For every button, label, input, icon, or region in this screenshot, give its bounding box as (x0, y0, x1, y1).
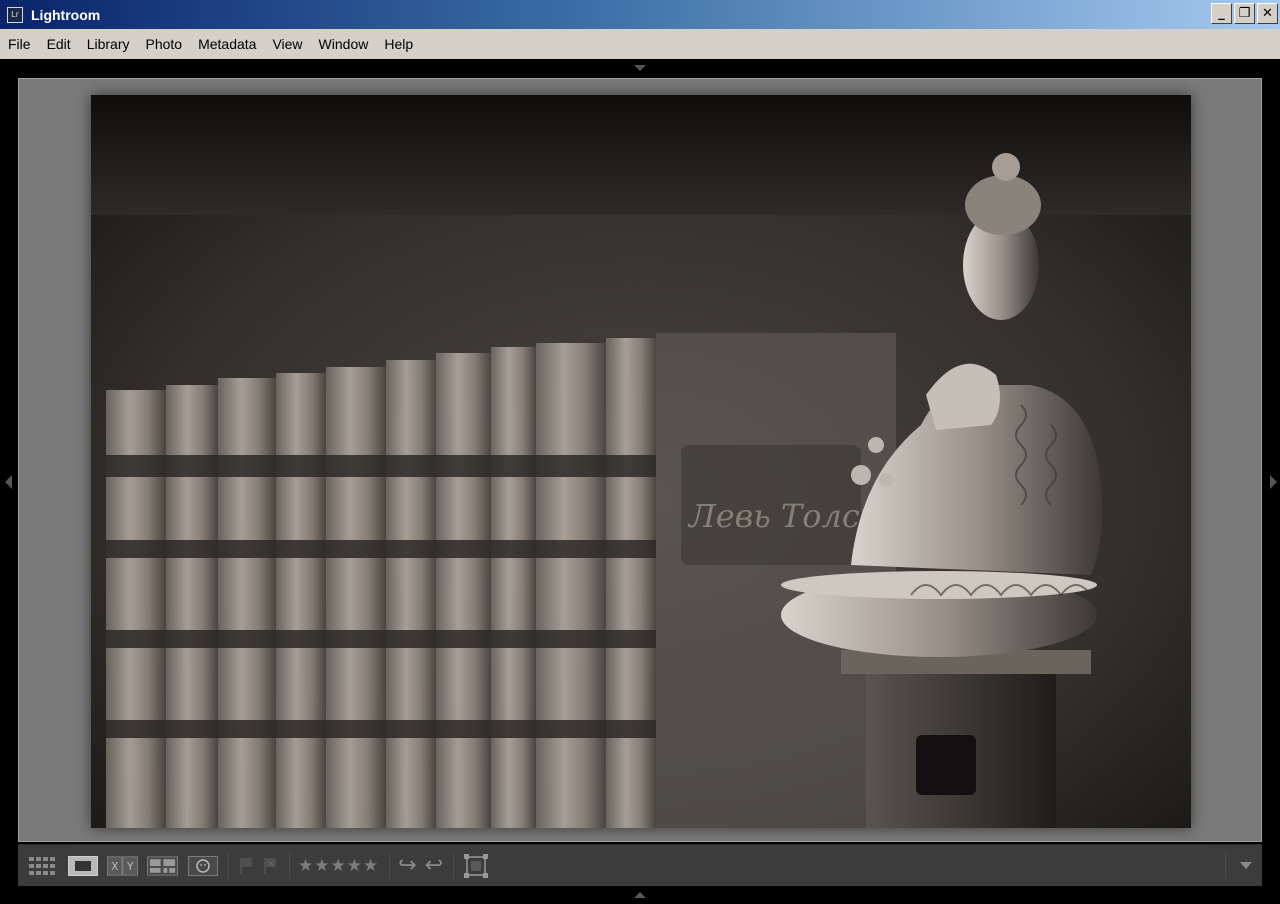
rating-stars[interactable]: ★★★★★ (298, 856, 379, 876)
show-top-panel-icon[interactable] (634, 65, 646, 71)
restore-button[interactable]: ❐ (1234, 3, 1255, 24)
menu-bar: File Edit Library Photo Metadata View Wi… (0, 29, 1280, 59)
app-icon: Lr (7, 6, 23, 23)
menu-help[interactable]: Help (376, 29, 421, 59)
people-view-icon[interactable] (187, 854, 218, 878)
show-filmstrip-icon[interactable] (634, 892, 646, 898)
toolbar-separator (289, 852, 290, 879)
photo-image: Левь Толст (91, 95, 1191, 828)
svg-text:×: × (268, 859, 275, 868)
pick-flag-icon[interactable] (237, 854, 255, 878)
menu-edit[interactable]: Edit (39, 29, 79, 59)
crop-frame-icon[interactable] (460, 853, 491, 878)
show-right-panel-icon[interactable] (1270, 475, 1277, 489)
menu-metadata[interactable]: Metadata (190, 29, 264, 59)
menu-window[interactable]: Window (311, 29, 377, 59)
grid-view-icon[interactable] (27, 854, 58, 878)
compare-view-icon[interactable]: X Y (107, 854, 138, 878)
svg-text:Y: Y (126, 859, 134, 872)
survey-view-icon[interactable] (147, 854, 178, 878)
books: Левь Толст (106, 333, 896, 828)
svg-text:X: X (111, 859, 118, 872)
window-controls: _ ❐ ✕ (1211, 3, 1278, 24)
rotate-right-icon[interactable]: ↩ (425, 853, 443, 878)
toolbar: X Y × ★★★★★ ↪ ↩ (18, 844, 1262, 886)
toolbar-separator (228, 852, 229, 879)
minimize-button[interactable]: _ (1211, 3, 1232, 24)
close-button[interactable]: ✕ (1257, 3, 1278, 24)
toolbar-separator (1225, 853, 1226, 879)
menu-library[interactable]: Library (79, 29, 138, 59)
reject-flag-icon[interactable]: × (261, 854, 279, 878)
title-bar: Lr Lightroom _ ❐ ✕ (0, 0, 1280, 29)
loupe-view: Левь Толст (18, 78, 1262, 842)
show-left-panel-icon[interactable] (5, 475, 12, 489)
window-title: Lightroom (31, 6, 101, 23)
toolbar-separator (389, 852, 391, 879)
loupe-view-icon[interactable] (67, 854, 98, 878)
menu-photo[interactable]: Photo (137, 29, 190, 59)
menu-view[interactable]: View (264, 29, 310, 59)
menu-file[interactable]: File (0, 29, 39, 59)
toolbar-separator (453, 852, 455, 879)
toolbar-options-chevron-down-icon[interactable] (1240, 862, 1252, 869)
main-photo[interactable]: Левь Толст (91, 95, 1191, 828)
rotate-left-icon[interactable]: ↪ (398, 853, 416, 878)
